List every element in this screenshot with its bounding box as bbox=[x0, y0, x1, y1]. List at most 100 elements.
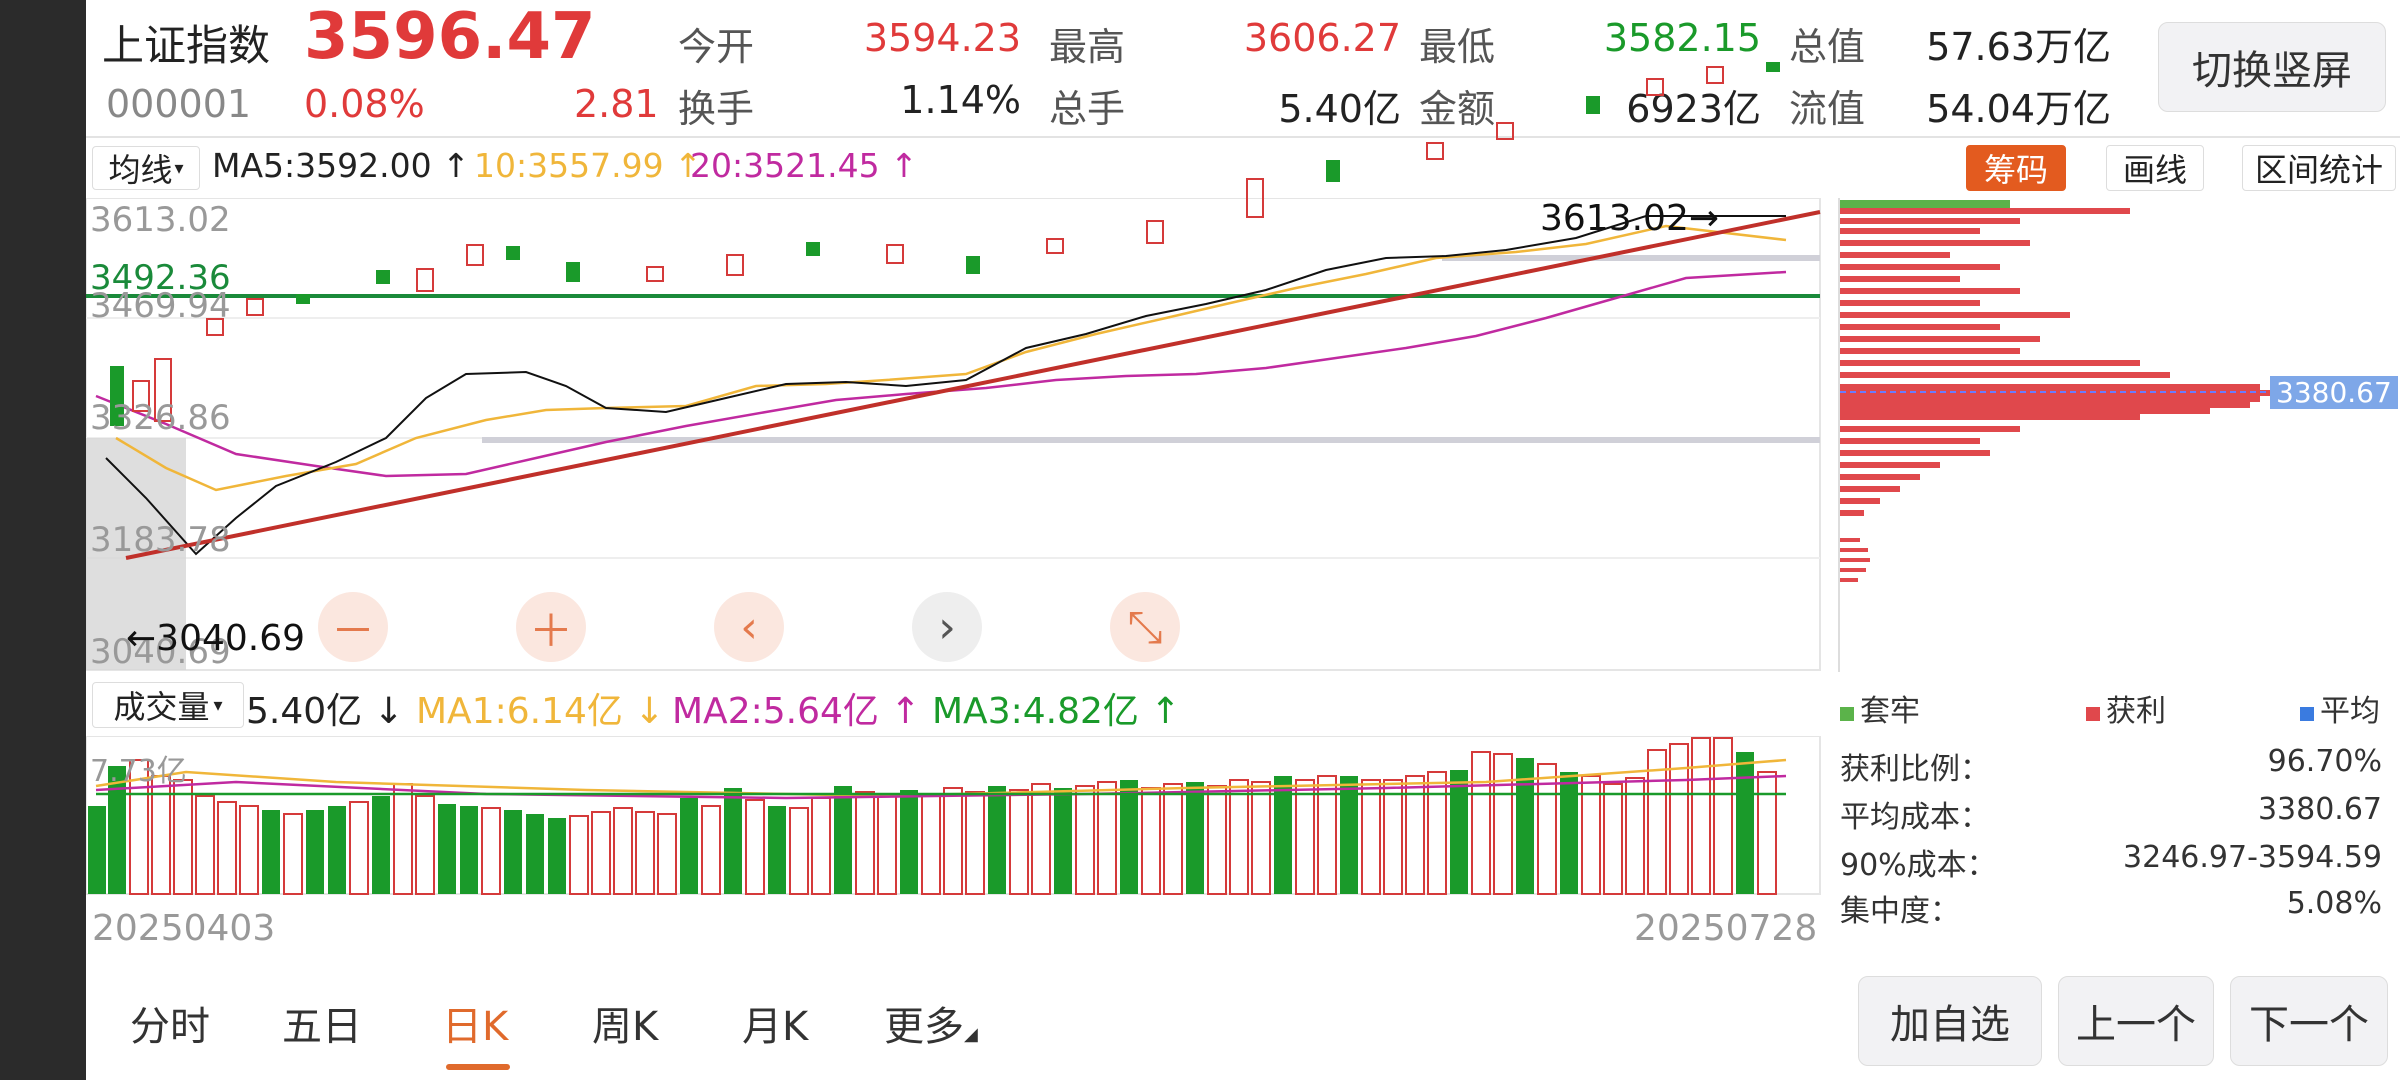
ma5-line bbox=[105, 215, 1786, 556]
chip-bar bbox=[1840, 240, 2030, 246]
volume-bar bbox=[1757, 771, 1777, 895]
candle bbox=[1246, 178, 1264, 218]
chip-bar bbox=[1840, 450, 1990, 456]
switch-portrait-button[interactable]: 切换竖屏 bbox=[2158, 22, 2386, 112]
volume-bar bbox=[943, 787, 963, 895]
index-name: 上证指数 bbox=[102, 21, 271, 70]
trapped-swatch-icon bbox=[1840, 707, 1854, 721]
tab-five-day[interactable]: 五日 bbox=[282, 994, 362, 1052]
volume-bar bbox=[1163, 783, 1183, 895]
candle bbox=[246, 298, 264, 316]
candle bbox=[1146, 220, 1164, 244]
chip-bar bbox=[1840, 252, 1950, 258]
chip-bar bbox=[1840, 276, 1960, 282]
volume-bar bbox=[745, 799, 765, 895]
candle bbox=[1706, 66, 1724, 84]
legend-trapped: 套牢 bbox=[1840, 686, 1920, 730]
chip-bar bbox=[1840, 324, 2000, 330]
chip-stat-value: 96.70% bbox=[2267, 744, 2382, 779]
volume-bar bbox=[504, 810, 522, 894]
tab-monthly-k[interactable]: 月K bbox=[742, 994, 808, 1052]
vol-ma1: MA1:6.14亿 ↓ bbox=[416, 691, 665, 732]
ma-selector-label: 均线 bbox=[108, 151, 173, 189]
change-amount: 2.81 bbox=[574, 82, 659, 126]
chip-bar bbox=[1840, 568, 1866, 572]
kline-chart[interactable]: 3613.02 3492.36 3469.94 3326.86 3183.78 … bbox=[86, 62, 1822, 672]
ma-selector[interactable]: 均线 ▾ bbox=[92, 146, 200, 190]
volume-bar bbox=[1625, 777, 1645, 895]
chip-bar bbox=[1840, 438, 1980, 444]
dropdown-arrow-icon: ▾ bbox=[174, 157, 184, 179]
volume-bar bbox=[1075, 785, 1095, 895]
ma5-text: MA5:3592.00 bbox=[212, 146, 432, 185]
volume-bar bbox=[328, 806, 346, 894]
chip-bar bbox=[1840, 218, 2020, 224]
volume-bar bbox=[877, 795, 897, 895]
stat-value-total-value: 57.63万亿 bbox=[1926, 25, 2111, 69]
volume-bar bbox=[1295, 779, 1315, 895]
tab-intraday[interactable]: 分时 bbox=[130, 994, 210, 1052]
ma10-value: 10:3557.99 ↑ bbox=[474, 146, 702, 185]
profit-swatch-icon bbox=[2086, 707, 2100, 721]
volume-bar bbox=[1361, 779, 1381, 895]
volume-bar bbox=[789, 807, 809, 895]
add-watchlist-button[interactable]: 加自选 bbox=[1858, 976, 2042, 1066]
ma10-text: 10:3557.99 bbox=[474, 146, 664, 185]
chip-stat-value: 3380.67 bbox=[2257, 792, 2382, 827]
chip-bar bbox=[1840, 208, 2130, 214]
chip-bar bbox=[1840, 578, 1858, 582]
volume-bar bbox=[460, 806, 478, 894]
candle bbox=[966, 256, 980, 274]
volume-bar bbox=[855, 791, 875, 895]
range-stats-button[interactable]: 区间统计 bbox=[2242, 145, 2396, 191]
volume-bar bbox=[173, 779, 193, 895]
dropdown-arrow-icon: ▾ bbox=[213, 694, 223, 716]
change-percent: 0.08% bbox=[304, 82, 425, 126]
chip-bar bbox=[1840, 288, 2020, 294]
y-label-2: 3469.94 bbox=[90, 286, 231, 326]
candle bbox=[886, 244, 904, 264]
volume-bar bbox=[1031, 783, 1051, 895]
previous-button[interactable]: 上一个 bbox=[2058, 976, 2214, 1066]
legend-trapped-label: 套牢 bbox=[1860, 694, 1920, 729]
volume-chart[interactable]: 7.73亿 bbox=[86, 736, 1822, 896]
candle bbox=[1426, 142, 1444, 160]
chip-bar bbox=[1840, 336, 2040, 342]
volume-bar bbox=[965, 791, 985, 895]
tab-more[interactable]: 更多◢ bbox=[884, 994, 978, 1052]
y-label-4: 3183.78 bbox=[90, 520, 231, 560]
candle bbox=[466, 244, 484, 266]
candle bbox=[726, 254, 744, 276]
chips-button[interactable]: 筹码 bbox=[1966, 145, 2066, 191]
next-button[interactable]: 下一个 bbox=[2230, 976, 2388, 1066]
avg-cost-tag: 3380.67 bbox=[2270, 376, 2398, 409]
volume-selector[interactable]: 成交量 ▾ bbox=[92, 682, 244, 728]
volume-bar bbox=[239, 805, 259, 895]
volume-bar bbox=[635, 811, 655, 895]
tab-daily-k[interactable]: 日K bbox=[442, 994, 508, 1052]
candle bbox=[1766, 62, 1780, 72]
volume-bar bbox=[415, 795, 435, 895]
stat-label-total-value: 总值 bbox=[1789, 25, 1866, 69]
volume-bar bbox=[1054, 788, 1072, 894]
chip-stat-value: 3246.97-3594.59 bbox=[2123, 840, 2382, 875]
chip-bar bbox=[1840, 228, 1980, 234]
chip-stat-label: 获利比例： bbox=[1840, 752, 1990, 787]
stat-label-amount: 金额 bbox=[1419, 87, 1496, 131]
high-price-label: 3613.02 bbox=[1540, 198, 1689, 239]
chip-bar bbox=[1840, 300, 1980, 306]
zoom-out-button[interactable]: － bbox=[318, 592, 388, 662]
volume-bar bbox=[1493, 753, 1513, 895]
stat-value-turnover: 1.14% bbox=[900, 78, 1021, 122]
volume-bar bbox=[1736, 752, 1754, 894]
volume-bar bbox=[1141, 787, 1161, 895]
zoom-in-button[interactable]: ＋ bbox=[516, 592, 586, 662]
scroll-left-button[interactable]: ‹ bbox=[714, 592, 784, 662]
draw-line-button[interactable]: 画线 bbox=[2106, 145, 2204, 191]
legend-profit: 获利 bbox=[2086, 686, 2166, 730]
scroll-right-button[interactable]: › bbox=[912, 592, 982, 662]
tab-weekly-k[interactable]: 周K bbox=[592, 994, 658, 1052]
shrink-button[interactable]: ⤡ bbox=[1110, 592, 1180, 662]
y-label-top: 3613.02 bbox=[90, 200, 231, 240]
volume-bar bbox=[262, 810, 280, 894]
